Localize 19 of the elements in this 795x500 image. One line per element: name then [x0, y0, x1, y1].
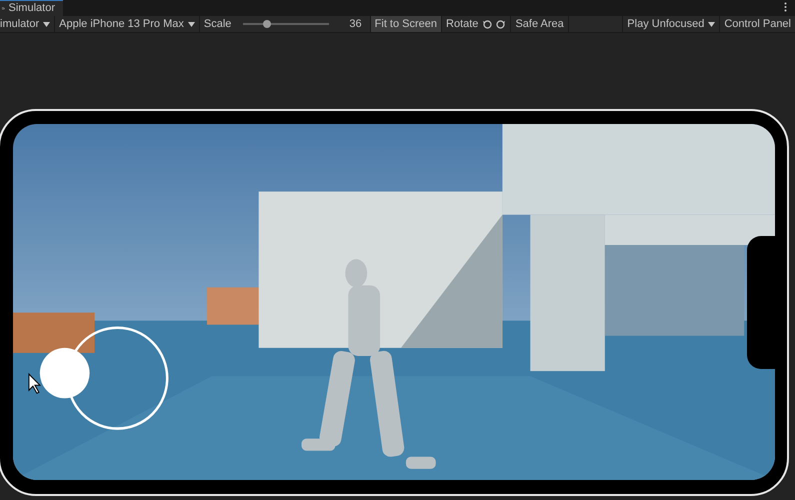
scale-value: 36: [348, 16, 363, 32]
slider-thumb[interactable]: [263, 20, 272, 28]
fit-to-screen-button[interactable]: Fit to Screen: [370, 16, 442, 32]
rotate-right-icon[interactable]: [495, 18, 506, 30]
safe-area-button[interactable]: Safe Area: [510, 16, 569, 32]
control-panel-button[interactable]: Control Panel: [720, 16, 795, 32]
caret-icon: [708, 22, 716, 26]
caret-icon: [43, 22, 50, 26]
device-dropdown[interactable]: Apple iPhone 13 Pro Max: [55, 16, 200, 32]
mode-dropdown[interactable]: imulator: [0, 16, 56, 32]
scale-slider[interactable]: [243, 18, 330, 30]
rotate-left-icon[interactable]: [482, 18, 494, 30]
play-mode-dropdown[interactable]: Play Unfocused: [622, 16, 720, 32]
window-tab[interactable]: Simulator: [0, 0, 63, 16]
scale-label: Scale: [202, 16, 232, 32]
caret-icon: [188, 22, 195, 26]
more-icon[interactable]: [784, 2, 787, 12]
window-title: Simulator: [8, 1, 55, 16]
rotate-label: Rotate: [445, 16, 480, 32]
